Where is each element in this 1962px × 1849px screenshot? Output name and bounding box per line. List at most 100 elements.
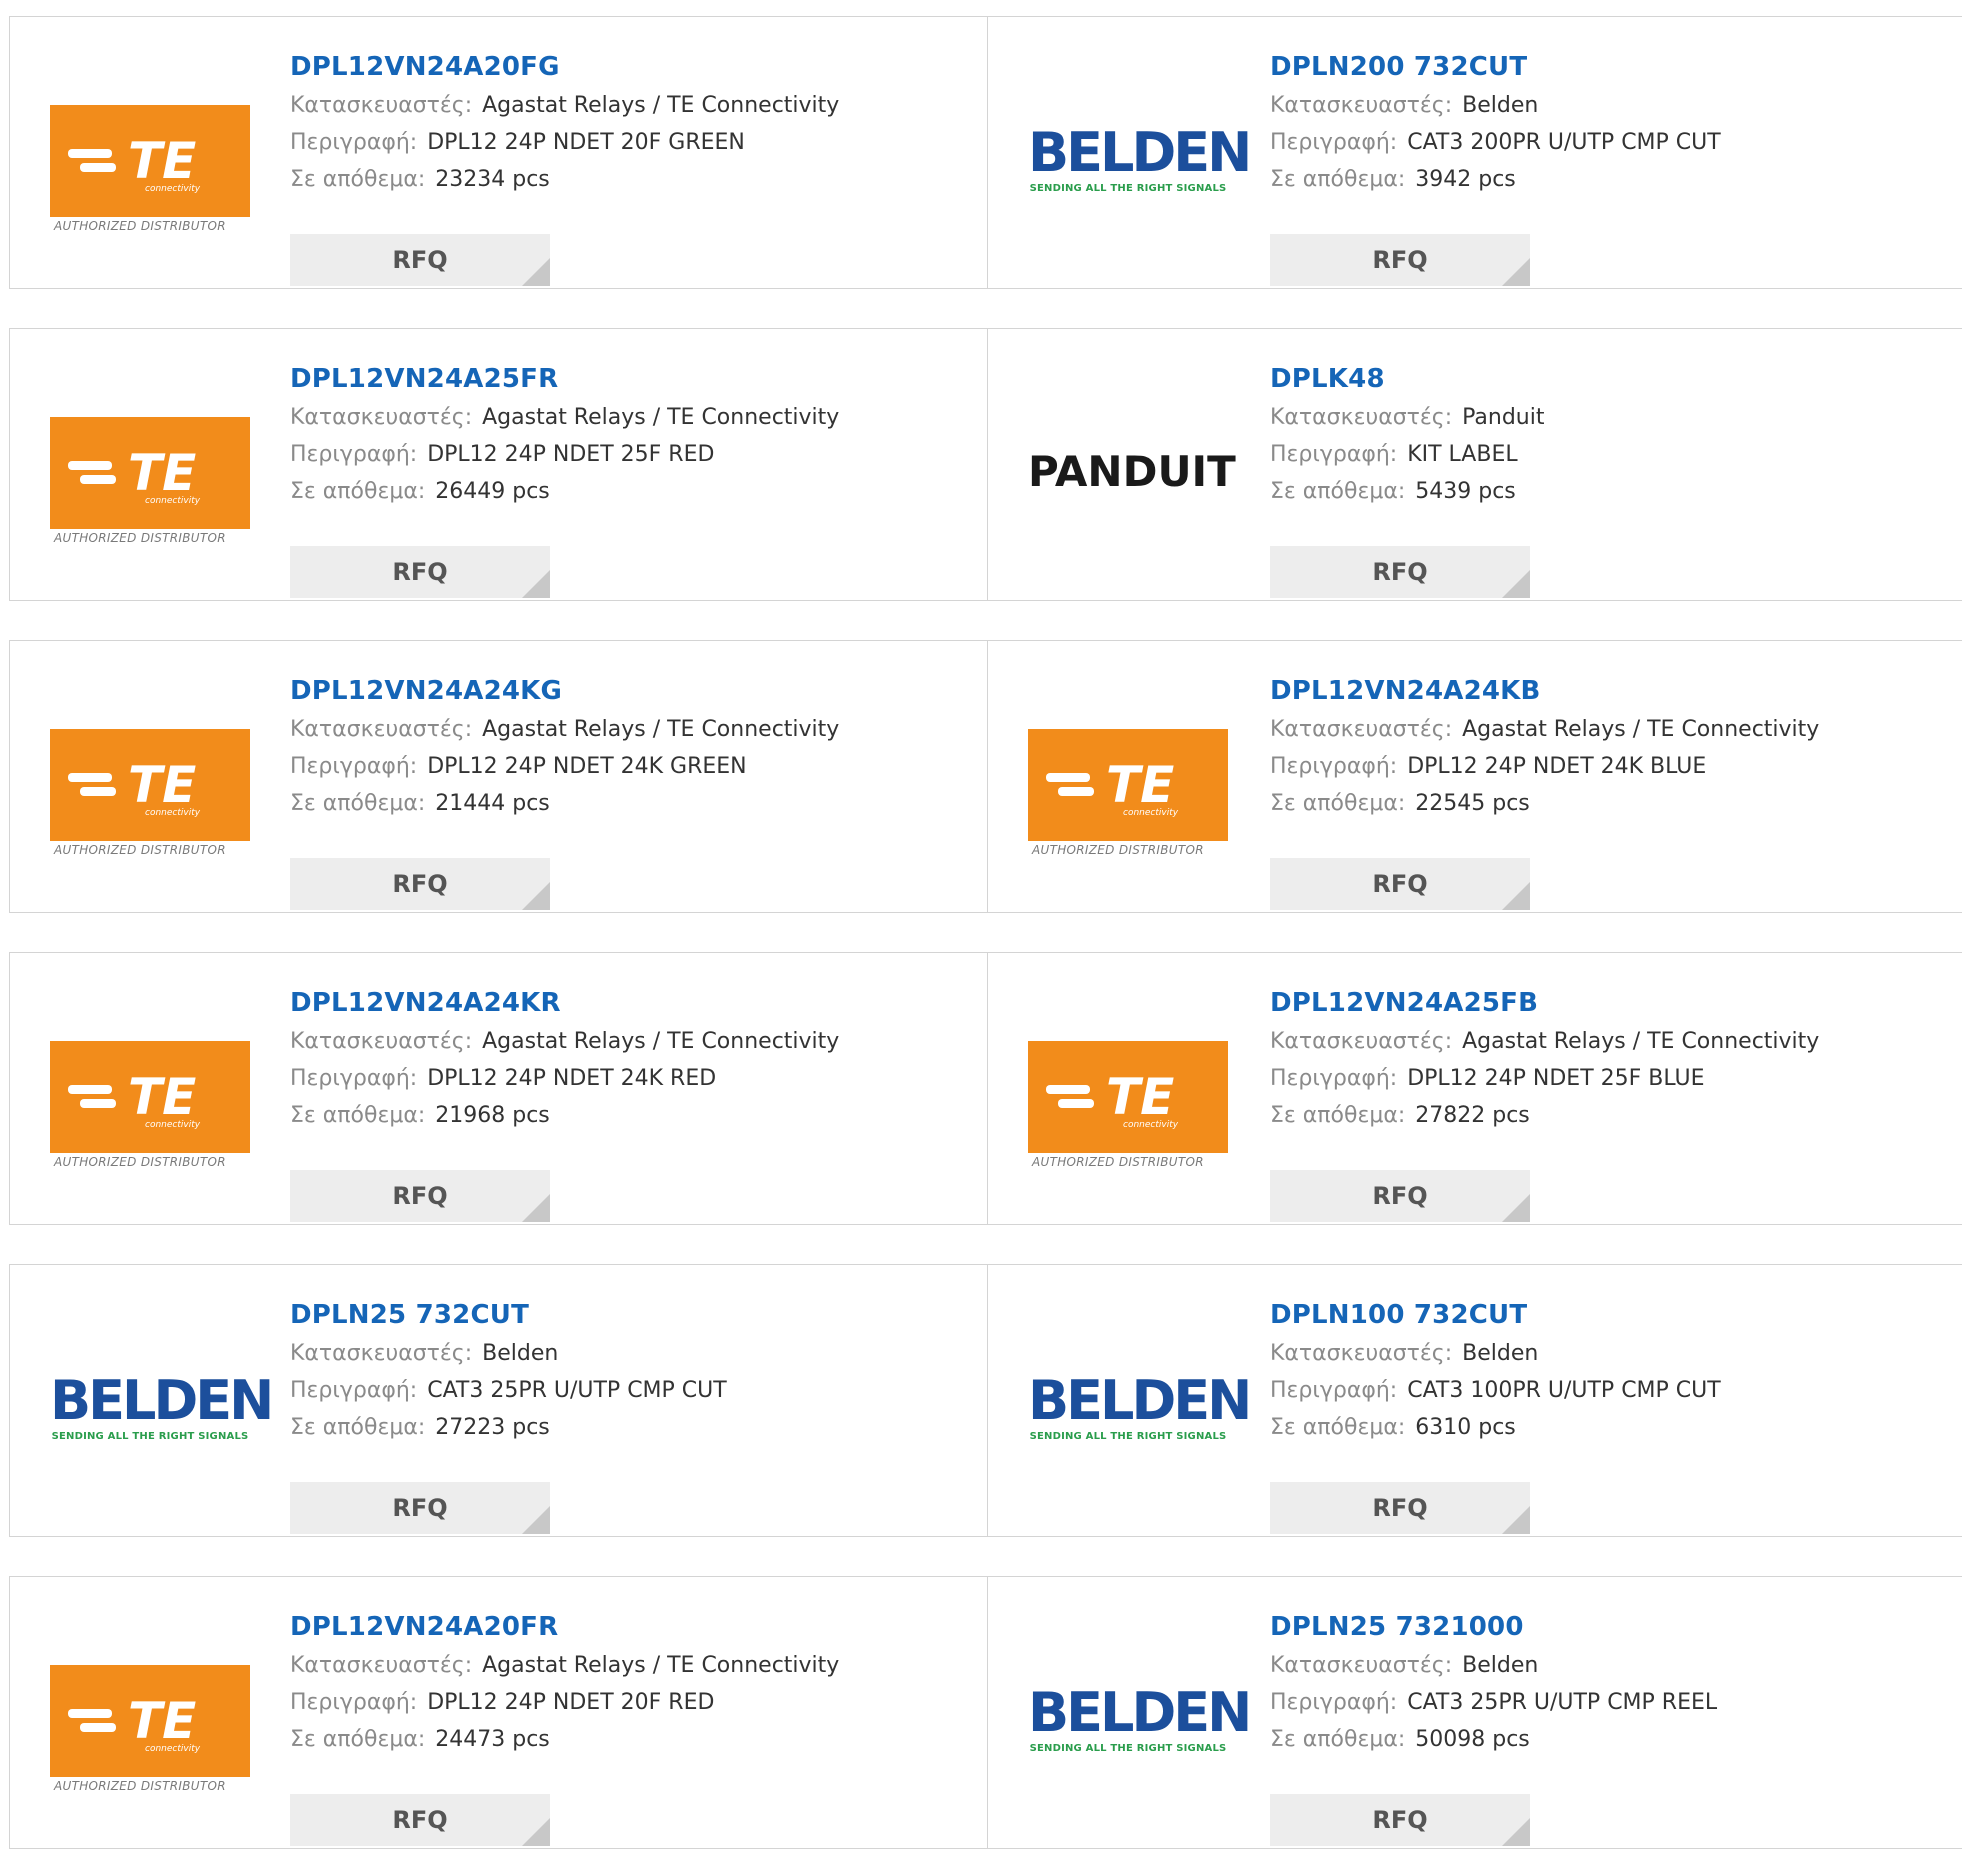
stock-value: 24473 pcs xyxy=(435,1727,550,1752)
rfq-label: RFQ xyxy=(1372,1806,1428,1834)
part-number-link[interactable]: DPL12VN24A24KG xyxy=(290,671,839,711)
stock-row: Σε απόθεμα: 22545 pcs xyxy=(1270,785,1819,822)
te-logo-box: TE connectivity xyxy=(1028,1041,1228,1153)
rfq-button[interactable]: RFQ xyxy=(1270,858,1530,910)
belden-logo[interactable]: BELDEN SENDING ALL THE RIGHT SIGNALS xyxy=(1028,1647,1252,1797)
manufacturer-value: Belden xyxy=(482,1341,559,1366)
manufacturer-row: Κατασκευαστές: Belden xyxy=(290,1335,727,1372)
product-card: TE connectivity AUTHORIZED DISTRIBUTOR DPL… xyxy=(10,641,988,912)
rfq-button[interactable]: RFQ xyxy=(1270,1170,1530,1222)
stock-label: Σε απόθεμα: xyxy=(290,791,426,816)
manufacturer-value: Agastat Relays / TE Connectivity xyxy=(482,717,840,742)
stock-label: Σε απόθεμα: xyxy=(290,1103,426,1128)
description-label: Περιγραφή: xyxy=(290,754,418,779)
product-info: DPLN100 732CUT Κατασκευαστές: Belden Περι… xyxy=(1270,1295,1721,1534)
part-number-link[interactable]: DPLK48 xyxy=(1270,359,1544,399)
product-info: DPL12VN24A25FR Κατασκευαστές: Agastat Rel… xyxy=(290,359,839,598)
product-card: BELDEN SENDING ALL THE RIGHT SIGNALS DPLN… xyxy=(988,17,1962,288)
rfq-button[interactable]: RFQ xyxy=(290,546,550,598)
belden-logo[interactable]: BELDEN SENDING ALL THE RIGHT SIGNALS xyxy=(1028,1335,1252,1485)
te-logo-box: TE connectivity xyxy=(50,417,250,529)
description-label: Περιγραφή: xyxy=(290,442,418,467)
product-card: TE connectivity AUTHORIZED DISTRIBUTOR DPL… xyxy=(10,17,988,288)
part-number-link[interactable]: DPLN100 732CUT xyxy=(1270,1295,1721,1335)
stock-row: Σε απόθεμα: 5439 pcs xyxy=(1270,473,1544,510)
panduit-logo[interactable]: PANDUIT xyxy=(1028,399,1236,549)
belden-logo[interactable]: BELDEN SENDING ALL THE RIGHT SIGNALS xyxy=(50,1335,274,1485)
stock-row: Σε απόθεμα: 27822 pcs xyxy=(1270,1097,1819,1134)
te-mark-icon: TEconnectivity xyxy=(68,444,201,506)
authorized-distributor-caption: AUTHORIZED DISTRIBUTOR xyxy=(54,843,226,857)
te-logo-text: TE xyxy=(128,132,196,190)
product-info: DPLN25 7321000 Κατασκευαστές: Belden Περι… xyxy=(1270,1607,1717,1846)
part-number-link[interactable]: DPLN200 732CUT xyxy=(1270,47,1721,87)
manufacturer-label: Κατασκευαστές: xyxy=(290,1029,473,1054)
te-logo-box: TE connectivity xyxy=(50,729,250,841)
corner-triangle-icon xyxy=(522,1194,550,1222)
manufacturer-row: Κατασκευαστές: Agastat Relays / TE Connec… xyxy=(290,87,839,124)
manufacturer-label: Κατασκευαστές: xyxy=(290,1653,473,1678)
rfq-button[interactable]: RFQ xyxy=(1270,234,1530,286)
product-info: DPLN25 732CUT Κατασκευαστές: Belden Περιγ… xyxy=(290,1295,727,1534)
te-connectivity-logo[interactable]: TE connectivity AUTHORIZED DISTRIBUTOR xyxy=(1028,1023,1228,1173)
manufacturer-label: Κατασκευαστές: xyxy=(1270,1029,1453,1054)
rfq-button[interactable]: RFQ xyxy=(290,1794,550,1846)
te-mark-icon: TEconnectivity xyxy=(1046,756,1179,818)
te-connectivity-logo[interactable]: TE connectivity AUTHORIZED DISTRIBUTOR xyxy=(1028,711,1228,861)
manufacturer-row: Κατασκευαστές: Agastat Relays / TE Connec… xyxy=(290,399,839,436)
te-logo-sub: connectivity xyxy=(145,808,201,818)
rfq-label: RFQ xyxy=(392,1494,448,1522)
rfq-button[interactable]: RFQ xyxy=(290,1482,550,1534)
corner-triangle-icon xyxy=(522,570,550,598)
belden-logo[interactable]: BELDEN SENDING ALL THE RIGHT SIGNALS xyxy=(1028,87,1252,237)
te-logo-text: TE xyxy=(128,756,196,814)
te-logo-sub: connectivity xyxy=(145,184,201,194)
te-connectivity-logo[interactable]: TE connectivity AUTHORIZED DISTRIBUTOR xyxy=(50,87,250,237)
te-mark-icon: TEconnectivity xyxy=(68,1692,201,1754)
rfq-button[interactable]: RFQ xyxy=(290,1170,550,1222)
product-row: TE connectivity AUTHORIZED DISTRIBUTOR DPL… xyxy=(9,1576,1962,1849)
belden-wordmark: BELDEN xyxy=(1028,1369,1252,1432)
corner-triangle-icon xyxy=(1502,1506,1530,1534)
te-connectivity-logo[interactable]: TE connectivity AUTHORIZED DISTRIBUTOR xyxy=(50,399,250,549)
stock-row: Σε απόθεμα: 26449 pcs xyxy=(290,473,839,510)
part-number-link[interactable]: DPLN25 732CUT xyxy=(290,1295,727,1335)
te-connectivity-logo[interactable]: TE connectivity AUTHORIZED DISTRIBUTOR xyxy=(50,1023,250,1173)
rfq-label: RFQ xyxy=(392,1806,448,1834)
te-mark-icon: TEconnectivity xyxy=(1046,1068,1179,1130)
part-number-link[interactable]: DPL12VN24A25FB xyxy=(1270,983,1819,1023)
manufacturer-value: Agastat Relays / TE Connectivity xyxy=(1462,1029,1820,1054)
stock-row: Σε απόθεμα: 50098 pcs xyxy=(1270,1721,1717,1758)
description-label: Περιγραφή: xyxy=(290,1378,418,1403)
part-number-link[interactable]: DPL12VN24A24KR xyxy=(290,983,839,1023)
part-number-link[interactable]: DPL12VN24A25FR xyxy=(290,359,839,399)
part-number-link[interactable]: DPL12VN24A24KB xyxy=(1270,671,1819,711)
description-label: Περιγραφή: xyxy=(1270,754,1398,779)
rfq-label: RFQ xyxy=(392,1182,448,1210)
rfq-button[interactable]: RFQ xyxy=(290,858,550,910)
corner-triangle-icon xyxy=(1502,882,1530,910)
manufacturer-row: Κατασκευαστές: Agastat Relays / TE Connec… xyxy=(290,711,839,748)
te-connectivity-logo[interactable]: TE connectivity AUTHORIZED DISTRIBUTOR xyxy=(50,1647,250,1797)
belden-tagline: SENDING ALL THE RIGHT SIGNALS xyxy=(1029,183,1227,194)
stock-value: 6310 pcs xyxy=(1415,1415,1516,1440)
part-number-link[interactable]: DPL12VN24A20FR xyxy=(290,1607,839,1647)
part-number-link[interactable]: DPLN25 7321000 xyxy=(1270,1607,1717,1647)
description-value: DPL12 24P NDET 24K GREEN xyxy=(427,754,747,779)
description-label: Περιγραφή: xyxy=(1270,1066,1398,1091)
stock-value: 50098 pcs xyxy=(1415,1727,1530,1752)
stock-value: 21444 pcs xyxy=(435,791,550,816)
manufacturer-value: Agastat Relays / TE Connectivity xyxy=(1462,717,1820,742)
part-number-link[interactable]: DPL12VN24A20FG xyxy=(290,47,839,87)
manufacturer-label: Κατασκευαστές: xyxy=(1270,93,1453,118)
rfq-button[interactable]: RFQ xyxy=(1270,546,1530,598)
rfq-button[interactable]: RFQ xyxy=(1270,1482,1530,1534)
description-value: CAT3 100PR U/UTP CMP CUT xyxy=(1407,1378,1721,1403)
product-info: DPL12VN24A20FR Κατασκευαστές: Agastat Rel… xyxy=(290,1607,839,1846)
rfq-button[interactable]: RFQ xyxy=(1270,1794,1530,1846)
corner-triangle-icon xyxy=(522,882,550,910)
te-connectivity-logo[interactable]: TE connectivity AUTHORIZED DISTRIBUTOR xyxy=(50,711,250,861)
stock-label: Σε απόθεμα: xyxy=(1270,167,1406,192)
rfq-button[interactable]: RFQ xyxy=(290,234,550,286)
corner-triangle-icon xyxy=(1502,570,1530,598)
